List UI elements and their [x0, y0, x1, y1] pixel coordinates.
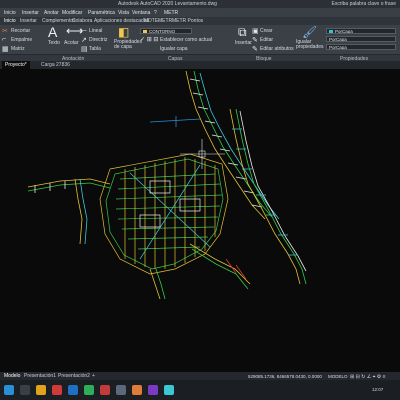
menu-item-metr[interactable]: METR — [164, 10, 178, 16]
eastern-strip — [229, 108, 307, 285]
menu-item-help[interactable]: ? — [154, 10, 157, 16]
status-bar: 529085.1736, 8466578.0430, 0.0000 MODELO… — [240, 372, 400, 380]
file-tabs: Proyecto* Carga 27836 — [0, 61, 400, 69]
text-icon[interactable]: A — [48, 24, 57, 40]
insert-block-icon[interactable]: ⧉ — [238, 25, 247, 40]
linetype-value: PorCapa — [329, 37, 347, 42]
menu-item-insertar[interactable]: Insertar — [22, 10, 39, 16]
layer-current-value: CONTORNO — [149, 29, 176, 34]
edit-attr-icon[interactable]: ✎ — [252, 45, 258, 53]
layout-tab-model[interactable]: Modelo — [4, 373, 20, 379]
file-tab-carga[interactable]: Carga 27836 — [38, 61, 73, 69]
drawing-canvas[interactable] — [0, 69, 400, 372]
tab-mdte[interactable]: MDTE — [144, 18, 158, 24]
layer-tools-icon[interactable]: ✓ ⊞ ⊟ — [140, 36, 158, 43]
text-label[interactable]: Texto — [48, 40, 60, 46]
array-icon[interactable]: ▦ — [2, 45, 9, 53]
tab-metr[interactable]: METR — [158, 18, 172, 24]
coastal-road — [185, 70, 280, 220]
crosshair-cursor — [180, 139, 225, 169]
edit-attributes-label[interactable]: Editar atributos — [260, 46, 294, 52]
color-dropdown[interactable]: PorCapa — [326, 28, 396, 34]
layout-tab-1[interactable]: Presentación1 — [24, 373, 56, 379]
match-layer-label[interactable]: Igualar capa — [160, 46, 188, 52]
tab-insertar[interactable]: Insertar — [20, 18, 37, 24]
color-value: PorCapa — [335, 29, 353, 34]
create-label[interactable]: Crear — [260, 28, 273, 34]
fillet-icon[interactable]: ⌐ — [2, 36, 6, 43]
menu-item-inicio[interactable]: Inicio — [4, 10, 16, 16]
drawing-svg — [27, 70, 307, 300]
clock: 12:07 — [372, 387, 384, 392]
app-icon-3[interactable] — [84, 385, 94, 395]
menu-item-modificar[interactable]: Modificar — [62, 10, 82, 16]
create-block-icon[interactable]: ▣ — [252, 27, 259, 35]
leader-label[interactable]: Directriz — [89, 37, 107, 43]
windows-taskbar: 12:07 — [0, 380, 400, 400]
app-icon-6[interactable] — [148, 385, 158, 395]
reference-line — [149, 116, 201, 127]
layer-dropdown[interactable]: CONTORNO — [140, 28, 192, 34]
edit-label[interactable]: Editar — [260, 37, 273, 43]
menu-item-parametrica[interactable]: Paramétrica — [88, 10, 115, 16]
search-icon[interactable] — [20, 385, 30, 395]
layout-add-tab[interactable]: + — [92, 373, 95, 379]
model-space-toggle[interactable]: MODELO — [328, 374, 348, 379]
western-arm — [27, 178, 111, 245]
app-icon-4[interactable] — [116, 385, 126, 395]
leader-icon[interactable]: ↗ — [81, 36, 87, 44]
app-icon-1[interactable] — [52, 385, 62, 395]
layout-tab-2[interactable]: Presentación2 — [58, 373, 90, 379]
tab-aplicaciones[interactable]: Aplicaciones destacadas — [94, 18, 149, 24]
match-properties-label[interactable]: Igualar propiedades — [296, 40, 324, 50]
layer-properties-label[interactable]: Propiedades de capa — [114, 40, 142, 50]
file-tab-label: Proyecto* — [5, 62, 27, 68]
start-icon[interactable] — [4, 385, 14, 395]
file-tab-proyecto[interactable]: Proyecto* — [2, 61, 30, 69]
app-icon-7[interactable] — [164, 385, 174, 395]
file-tab-label: Carga 27836 — [41, 62, 70, 68]
set-current-label[interactable]: Establecer como actual — [160, 37, 212, 43]
linetype-dropdown[interactable]: PorCapa — [326, 36, 396, 42]
menu-item-ventana[interactable]: Ventana — [132, 10, 150, 16]
menu-item-anotar[interactable]: Anotar — [44, 10, 59, 16]
explorer-icon[interactable] — [36, 385, 46, 395]
trim-icon[interactable]: ✂ — [2, 27, 8, 35]
array-label[interactable]: Matriz — [11, 46, 25, 52]
menu-bar: Inicio Insertar Anotar Modificar Paramét… — [0, 8, 400, 17]
table-label[interactable]: Tabla — [89, 46, 101, 52]
window-title: Autodesk AutoCAD 2020 Levantamento.dwg — [118, 1, 217, 7]
fillet-label[interactable]: Empalme — [11, 37, 32, 43]
menu-item-vista[interactable]: Vista — [118, 10, 129, 16]
coordinate-readout: 529085.1736, 8466578.0430, 0.0000 — [248, 374, 322, 379]
autocad-icon[interactable] — [100, 385, 110, 395]
app-icon-5[interactable] — [132, 385, 142, 395]
linear-label[interactable]: Lineal — [89, 28, 102, 34]
tab-inicio[interactable]: Inicio — [4, 18, 16, 24]
help-search[interactable]: Escriba palabra clave o frase — [332, 1, 396, 7]
color-swatch-icon — [329, 29, 333, 33]
layer-bulb-icon — [143, 29, 147, 33]
linear-icon[interactable]: ⊢ — [81, 27, 87, 35]
tab-metr-pontos[interactable]: METR Pontos — [172, 18, 203, 24]
table-icon[interactable]: ▤ — [81, 45, 88, 53]
title-bar: Autodesk AutoCAD 2020 Levantamento.dwg E… — [0, 0, 400, 8]
edit-block-icon[interactable]: ✎ — [252, 36, 258, 44]
match-properties-icon[interactable]: 🖌 — [302, 25, 317, 39]
layer-properties-icon[interactable]: ◧ — [118, 25, 129, 39]
lineweight-value: PorCapa — [329, 45, 347, 50]
lineweight-dropdown[interactable]: PorCapa — [326, 44, 396, 50]
app-icon-2[interactable] — [68, 385, 78, 395]
dimension-label[interactable]: Acotar — [64, 40, 78, 46]
insert-label[interactable]: Insertar — [235, 40, 252, 46]
trim-label[interactable]: Recortar — [11, 28, 30, 34]
urban-grid — [99, 153, 229, 275]
